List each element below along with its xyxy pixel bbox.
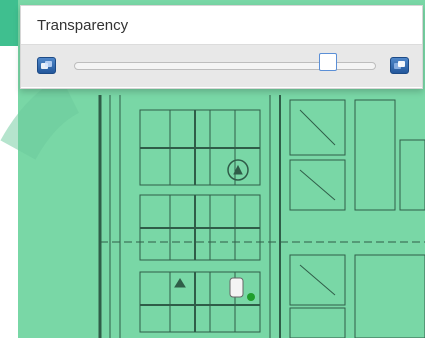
access-point-icon[interactable] <box>230 278 243 297</box>
transparency-panel: Transparency <box>20 5 423 89</box>
panel-title: Transparency <box>37 17 129 34</box>
transparency-low-icon[interactable] <box>37 57 56 74</box>
status-dot-icon <box>247 293 255 301</box>
transparency-slider-thumb[interactable] <box>318 53 337 71</box>
transparency-high-icon[interactable] <box>390 57 409 74</box>
slider-bar <box>21 44 422 87</box>
